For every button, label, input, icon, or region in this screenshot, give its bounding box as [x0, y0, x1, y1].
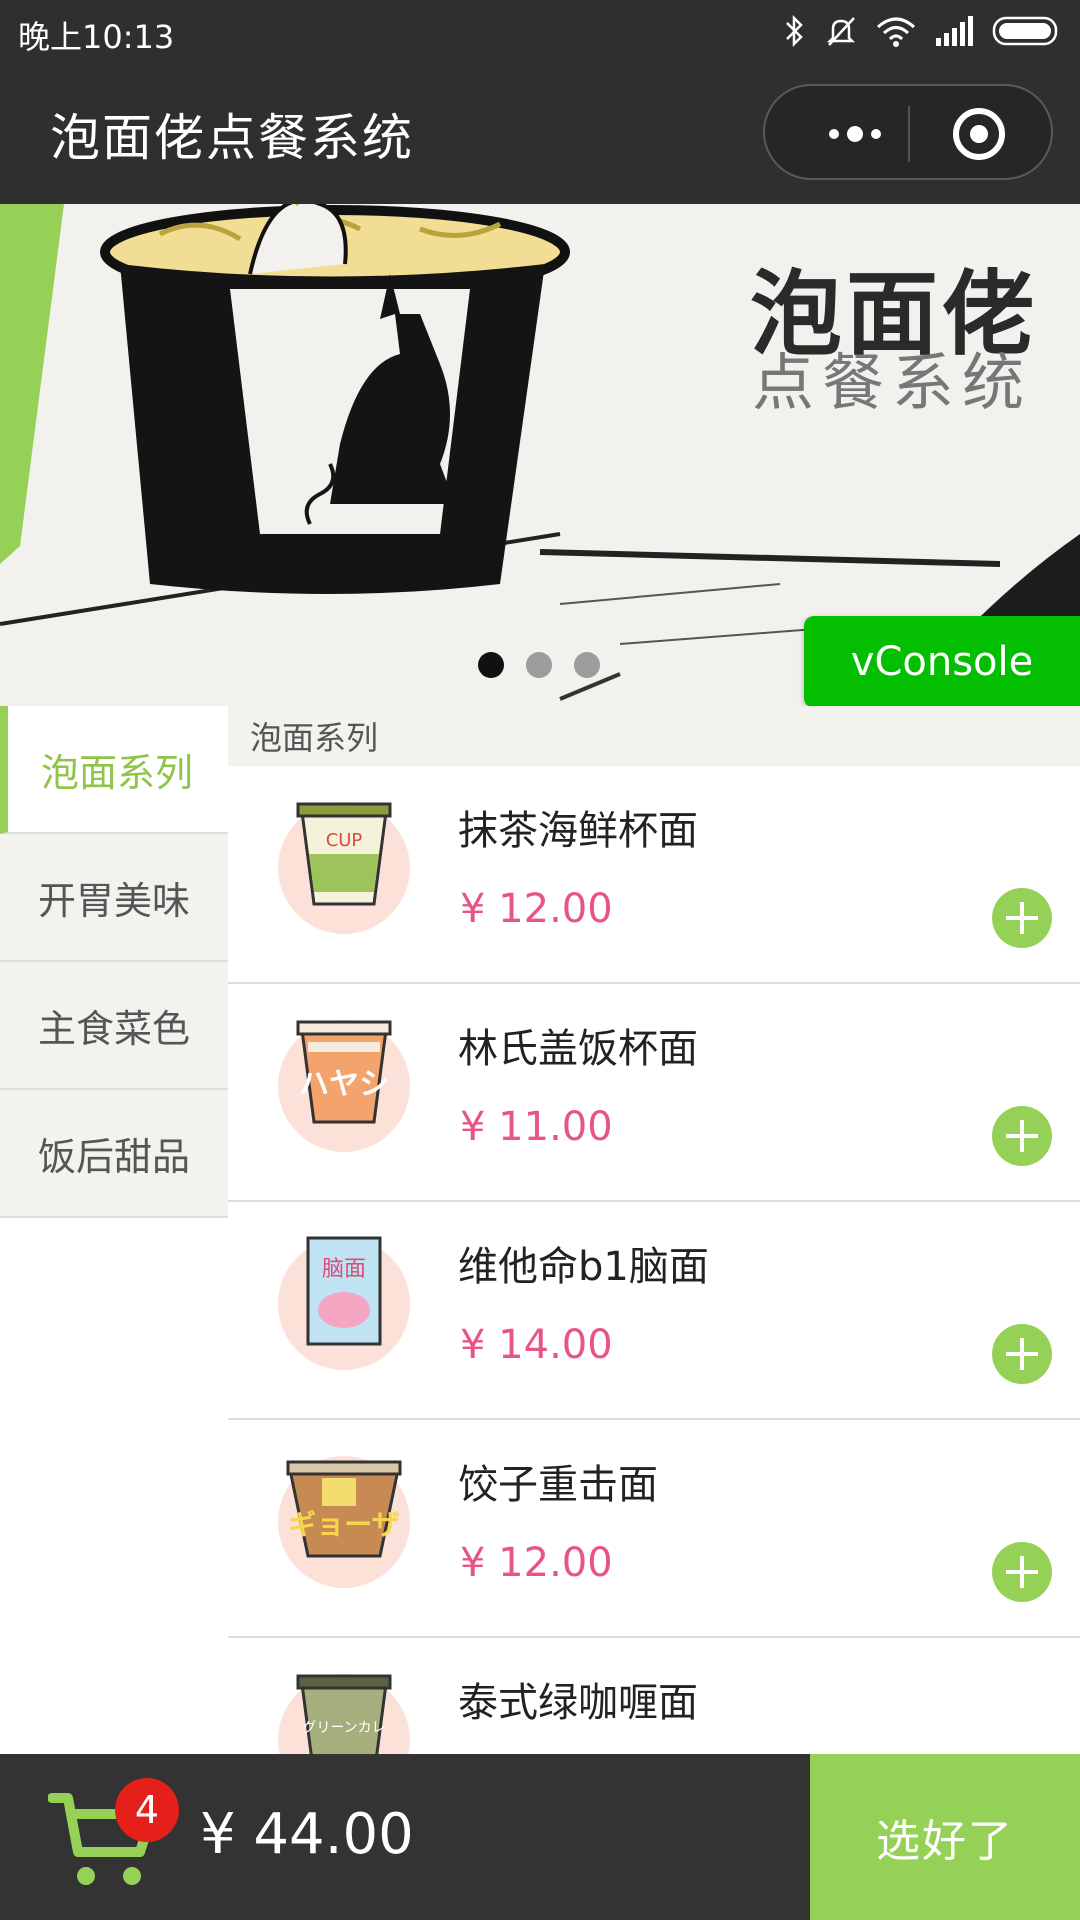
- banner-brand-subtitle: 点餐系统: [752, 346, 1033, 419]
- svg-text:グリーンカレ: グリーンカレ: [302, 1720, 385, 1736]
- add-to-cart-button[interactable]: [992, 1324, 1052, 1384]
- svg-text:脑面: 脑面: [322, 1257, 366, 1282]
- sidebar-item-appetizers[interactable]: 开胃美味: [0, 834, 228, 962]
- page-title: 泡面佬点餐系统: [50, 109, 414, 167]
- navigation-bar: 泡面佬点餐系统: [0, 62, 1080, 204]
- hayashi-cup-noodle-icon: ハヤシ: [296, 1020, 392, 1124]
- sidebar-item-instant-noodles[interactable]: 泡面系列: [0, 706, 228, 834]
- matcha-cup-noodle-icon: CUP: [296, 802, 392, 906]
- carousel-dot-2[interactable]: [526, 652, 552, 678]
- list-item: グリーンカレ 泰式绿咖喱面: [228, 1638, 1080, 1754]
- cart-count-badge: 4: [115, 1778, 179, 1842]
- bluetooth-icon: [786, 14, 803, 48]
- carousel-indicators: [478, 652, 600, 678]
- item-thumbnail: グリーンカレ: [278, 1674, 410, 1754]
- sidebar-item-main-dishes[interactable]: 主食菜色: [0, 962, 228, 1090]
- item-price: ¥ 11.00: [460, 1104, 613, 1150]
- menu-list[interactable]: 泡面系列 CUP 抹茶海鲜杯面 ¥ 12.00 ハヤシ 林氏盖饭杯面 ¥ 11.…: [228, 706, 1080, 1754]
- sidebar-item-desserts[interactable]: 饭后甜品: [0, 1090, 228, 1218]
- wifi-icon: [877, 17, 915, 47]
- carousel-dot-1[interactable]: [478, 652, 504, 678]
- capsule-divider: [908, 106, 910, 162]
- list-item: ギョーザ 饺子重击面 ¥ 12.00: [228, 1420, 1080, 1638]
- status-bar: 晚上10:13: [0, 0, 1080, 62]
- dumpling-bowl-noodle-icon: ギョーザ: [286, 1460, 402, 1558]
- add-to-cart-button[interactable]: [992, 1106, 1052, 1166]
- cart-total: ¥ 44.00: [200, 1802, 414, 1867]
- item-name: 饺子重击面: [458, 1462, 658, 1508]
- svg-text:ハヤシ: ハヤシ: [299, 1067, 389, 1102]
- vconsole-button[interactable]: vConsole: [804, 616, 1080, 708]
- mute-bell-icon: [826, 17, 856, 46]
- signal-icon: [936, 16, 973, 46]
- item-price: ¥ 12.00: [460, 1540, 613, 1586]
- item-thumbnail: ハヤシ: [278, 1020, 410, 1152]
- item-thumbnail: CUP: [278, 802, 410, 934]
- item-price: ¥ 12.00: [460, 886, 613, 932]
- brain-noodle-bag-icon: 脑面: [306, 1236, 382, 1346]
- item-thumbnail: ギョーザ: [278, 1456, 410, 1588]
- status-icons: [784, 12, 1062, 50]
- add-to-cart-button[interactable]: [992, 1542, 1052, 1602]
- section-header: 泡面系列: [228, 706, 1080, 766]
- list-item: ハヤシ 林氏盖饭杯面 ¥ 11.00: [228, 984, 1080, 1202]
- checkout-button[interactable]: 选好了: [810, 1754, 1080, 1920]
- item-name: 抹茶海鲜杯面: [458, 808, 698, 854]
- list-item: CUP 抹茶海鲜杯面 ¥ 12.00: [228, 766, 1080, 984]
- category-sidebar: 泡面系列 开胃美味 主食菜色 饭后甜品: [0, 706, 228, 1754]
- battery-icon: [992, 16, 1058, 46]
- svg-text:CUP: CUP: [326, 830, 363, 851]
- item-price: ¥ 14.00: [460, 1322, 613, 1368]
- green-curry-cup-noodle-icon: グリーンカレ: [296, 1674, 392, 1754]
- close-mini-program-icon[interactable]: [953, 108, 1005, 160]
- add-to-cart-button[interactable]: [992, 888, 1052, 948]
- status-time: 晚上10:13: [18, 18, 175, 56]
- list-item: 脑面 维他命b1脑面 ¥ 14.00: [228, 1202, 1080, 1420]
- more-options-icon[interactable]: [805, 110, 905, 158]
- item-name: 林氏盖饭杯面: [458, 1026, 698, 1072]
- svg-text:ギョーザ: ギョーザ: [288, 1508, 399, 1541]
- mini-program-capsule: [763, 84, 1053, 180]
- carousel-dot-3[interactable]: [574, 652, 600, 678]
- item-name: 维他命b1脑面: [458, 1244, 709, 1290]
- cart-bar: 4 ¥ 44.00 选好了: [0, 1754, 1080, 1920]
- item-thumbnail: 脑面: [278, 1236, 410, 1370]
- item-name: 泰式绿咖喱面: [458, 1680, 698, 1726]
